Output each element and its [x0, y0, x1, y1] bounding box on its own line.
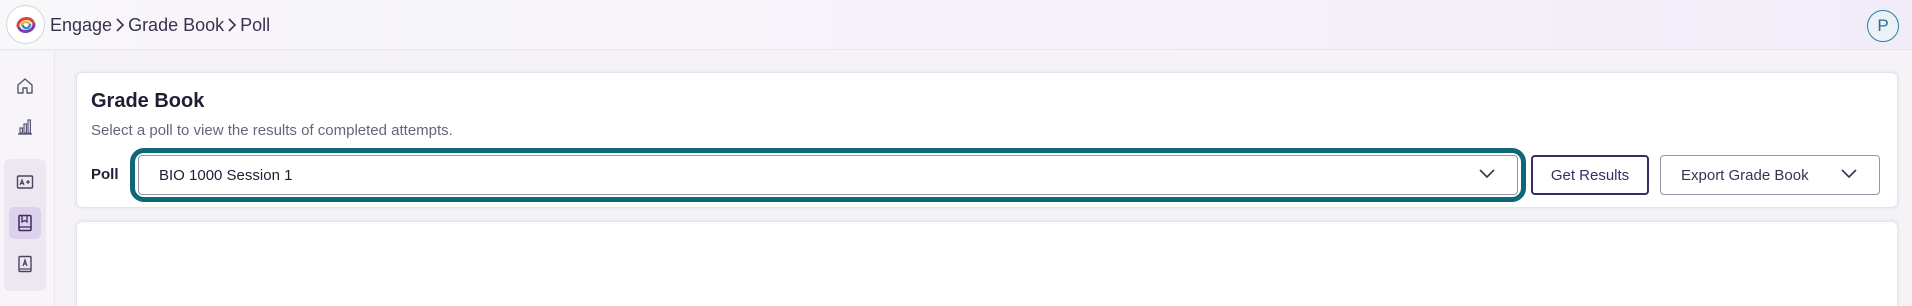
grade-card-icon: [16, 175, 34, 189]
breadcrumb-grade-book[interactable]: Grade Book: [128, 15, 224, 36]
gradebook-icon: [18, 214, 32, 232]
get-results-button[interactable]: Get Results: [1531, 155, 1649, 195]
poll-select-value: BIO 1000 Session 1: [159, 166, 293, 184]
chevron-down-icon: [1479, 169, 1495, 179]
gradebook-card: Grade Book Select a poll to view the res…: [76, 72, 1898, 208]
export-grade-book-label: Export Grade Book: [1681, 166, 1809, 184]
breadcrumb: Engage Grade Book Poll: [50, 13, 270, 37]
sidebar: [0, 51, 55, 306]
chevron-right-icon: [115, 18, 125, 32]
chevron-right-icon: [227, 18, 237, 32]
export-grade-book-button[interactable]: Export Grade Book: [1660, 155, 1880, 195]
sidebar-item-gradebook[interactable]: [9, 207, 41, 239]
address-book-icon: [18, 255, 32, 273]
breadcrumb-engage[interactable]: Engage: [50, 15, 112, 36]
page-title: Grade Book: [91, 90, 205, 112]
sidebar-item-grades[interactable]: [9, 166, 41, 198]
home-icon: [17, 78, 33, 94]
poll-select[interactable]: BIO 1000 Session 1: [138, 155, 1518, 195]
bar-chart-icon: [18, 119, 32, 135]
user-avatar[interactable]: P: [1867, 10, 1899, 42]
breadcrumb-poll: Poll: [240, 14, 271, 35]
poll-label: Poll: [91, 166, 119, 183]
results-panel: [76, 221, 1898, 306]
sidebar-item-home[interactable]: [9, 70, 41, 102]
page-subtitle: Select a poll to view the results of com…: [91, 122, 453, 139]
sidebar-item-directory[interactable]: [9, 248, 41, 280]
sidebar-item-analytics[interactable]: [9, 111, 41, 143]
swirl-logo-icon[interactable]: [6, 5, 45, 44]
top-header: Engage Grade Book Poll P: [0, 0, 1912, 50]
chevron-down-icon: [1841, 169, 1857, 179]
